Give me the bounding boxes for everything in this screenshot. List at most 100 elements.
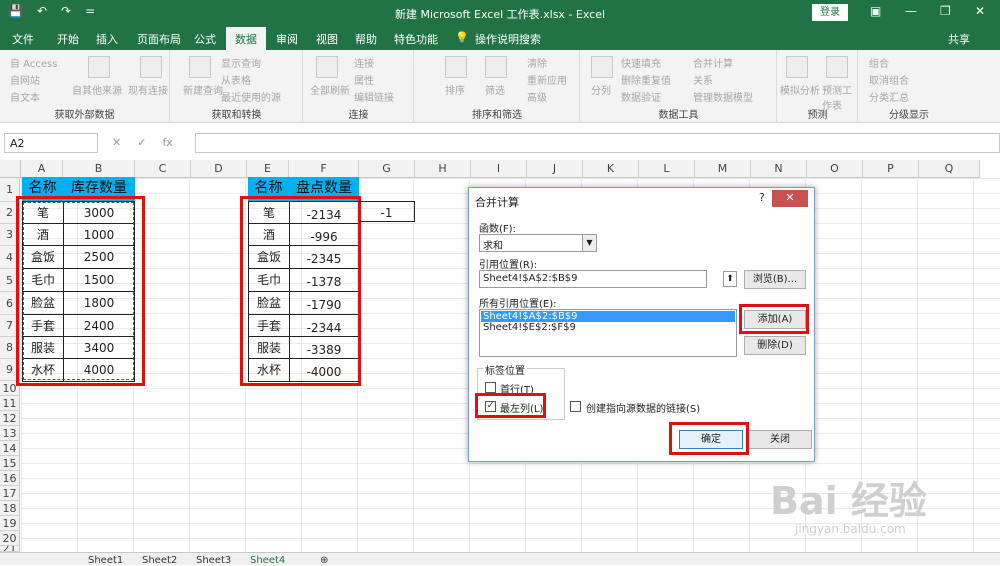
tab-page-layout[interactable]: 页面布局 (137, 31, 181, 47)
all-references-list[interactable]: Sheet4!$A$2:$B$9 Sheet4!$E$2:$F$9 (479, 309, 737, 357)
row-header[interactable]: 17 (0, 486, 20, 501)
recent-sources-button[interactable]: 最近使用的源 (221, 89, 281, 104)
row-header[interactable]: 12 (0, 411, 20, 426)
column-header[interactable]: A (21, 160, 63, 178)
advanced-button[interactable]: 高级 (527, 89, 547, 104)
column-header[interactable]: O (807, 160, 863, 178)
group-button[interactable]: 组合 (869, 55, 889, 70)
row-header[interactable]: 14 (0, 441, 20, 456)
row-header[interactable]: 13 (0, 426, 20, 441)
sheet-tab[interactable]: Sheet3 (196, 555, 231, 566)
share-button[interactable]: 共享 (948, 31, 970, 47)
add-sheet-icon[interactable]: ⊕ (320, 555, 328, 566)
ungroup-button[interactable]: 取消组合 (869, 72, 909, 87)
new-query-button[interactable]: 新建查询 (183, 82, 223, 97)
select-all-corner[interactable] (0, 160, 21, 178)
reapply-button[interactable]: 重新应用 (527, 72, 567, 87)
column-header[interactable]: G (359, 160, 415, 178)
tab-data[interactable]: 数据 (226, 27, 266, 50)
refresh-all-button[interactable]: 全部刷新 (310, 82, 350, 97)
name-box[interactable]: A2 (4, 133, 98, 153)
delete-button[interactable]: 删除(D) (744, 336, 806, 355)
cancel-icon[interactable]: ✕ (112, 136, 121, 149)
sheet-tab-active[interactable]: Sheet4 (250, 555, 285, 566)
from-web-button[interactable]: 自网站 (10, 72, 40, 87)
column-header[interactable]: D (191, 160, 247, 178)
close-button[interactable]: 关闭 (748, 430, 812, 449)
column-header[interactable]: Q (919, 160, 980, 178)
tab-home[interactable]: 开始 (57, 31, 79, 47)
column-header[interactable]: I (471, 160, 527, 178)
first-row-checkbox[interactable] (485, 382, 496, 393)
relationships-button[interactable]: 关系 (693, 72, 713, 87)
reference-input[interactable]: Sheet4!$A$2:$B$9 (479, 270, 707, 288)
connections-button[interactable]: 连接 (354, 55, 374, 70)
column-header[interactable]: P (863, 160, 919, 178)
from-access-button[interactable]: 自 Access (10, 55, 57, 70)
other-sources-button[interactable]: 自其他来源 (72, 82, 122, 97)
from-table-button[interactable]: 从表格 (221, 72, 251, 87)
sheet-tab[interactable]: Sheet1 (88, 555, 123, 566)
clear-button[interactable]: 清除 (527, 55, 547, 70)
existing-connections-button[interactable]: 现有连接 (128, 82, 168, 97)
help-icon[interactable]: ? (759, 191, 765, 204)
sheet-tab[interactable]: Sheet2 (142, 555, 177, 566)
column-header[interactable]: C (135, 160, 191, 178)
ribbon-options-icon[interactable]: ▣ (870, 4, 881, 18)
collapse-dialog-icon[interactable]: ⬆ (723, 271, 737, 287)
manage-data-model-button[interactable]: 管理数据模型 (693, 89, 753, 104)
row-header[interactable]: 15 (0, 456, 20, 471)
column-header[interactable]: J (527, 160, 583, 178)
restore-icon[interactable]: ❐ (940, 4, 951, 18)
subtotal-button[interactable]: 分类汇总 (869, 89, 909, 104)
text-to-columns-button[interactable]: 分列 (591, 82, 611, 97)
tell-me-search[interactable]: 操作说明搜索 (475, 31, 541, 47)
row-header[interactable]: 20 (0, 531, 20, 546)
column-header[interactable]: N (751, 160, 807, 178)
column-header[interactable]: E (247, 160, 289, 178)
edit-links-button[interactable]: 编辑链接 (354, 89, 394, 104)
tab-review[interactable]: 审阅 (276, 31, 298, 47)
sheet-tabs-bar: Sheet1 Sheet2 Sheet3 Sheet4 ⊕ (0, 552, 1000, 566)
row-header[interactable]: 11 (0, 396, 20, 411)
column-header[interactable]: M (695, 160, 751, 178)
remove-duplicates-button[interactable]: 删除重复值 (621, 72, 671, 87)
from-text-button[interactable]: 自文本 (10, 89, 40, 104)
enter-icon[interactable]: ✓ (137, 136, 146, 149)
dialog-close-icon[interactable]: ✕ (772, 190, 808, 207)
row-header[interactable]: 16 (0, 471, 20, 486)
list-item[interactable]: Sheet4!$A$2:$B$9 (481, 311, 735, 322)
chevron-down-icon[interactable]: ▼ (582, 235, 596, 251)
consolidate-button[interactable]: 合并计算 (693, 55, 733, 70)
browse-button[interactable]: 浏览(B)... (744, 270, 806, 289)
create-links-checkbox[interactable] (570, 401, 581, 412)
insert-function-icon[interactable]: fx (162, 136, 172, 149)
column-header[interactable]: K (583, 160, 639, 178)
function-select[interactable]: 求和 (479, 234, 597, 252)
column-header[interactable]: B (63, 160, 135, 178)
row-header[interactable]: 19 (0, 516, 20, 531)
flash-fill-button[interactable]: 快速填充 (621, 55, 661, 70)
tab-file[interactable]: 文件 (12, 31, 34, 47)
filter-button[interactable]: 筛选 (485, 82, 505, 97)
column-header[interactable]: F (289, 160, 359, 178)
list-item[interactable]: Sheet4!$E$2:$F$9 (481, 322, 735, 333)
tab-formulas[interactable]: 公式 (194, 31, 216, 47)
what-if-button[interactable]: 模拟分析 (780, 82, 820, 97)
cell-g2[interactable]: -1 (359, 201, 415, 222)
row-header[interactable]: 18 (0, 501, 20, 516)
minimize-icon[interactable]: — (905, 4, 917, 18)
sort-button[interactable]: 排序 (445, 82, 465, 97)
tab-insert[interactable]: 插入 (96, 31, 118, 47)
column-header[interactable]: H (415, 160, 471, 178)
tab-help[interactable]: 帮助 (355, 31, 377, 47)
tab-view[interactable]: 视图 (316, 31, 338, 47)
properties-button[interactable]: 属性 (354, 72, 374, 87)
login-button[interactable]: 登录 (812, 4, 848, 21)
show-queries-button[interactable]: 显示查询 (221, 55, 261, 70)
data-validation-button[interactable]: 数据验证 (621, 89, 661, 104)
tab-special[interactable]: 特色功能 (394, 31, 438, 47)
formula-input[interactable] (195, 133, 1000, 153)
close-window-icon[interactable]: ✕ (975, 4, 985, 18)
column-header[interactable]: L (639, 160, 695, 178)
